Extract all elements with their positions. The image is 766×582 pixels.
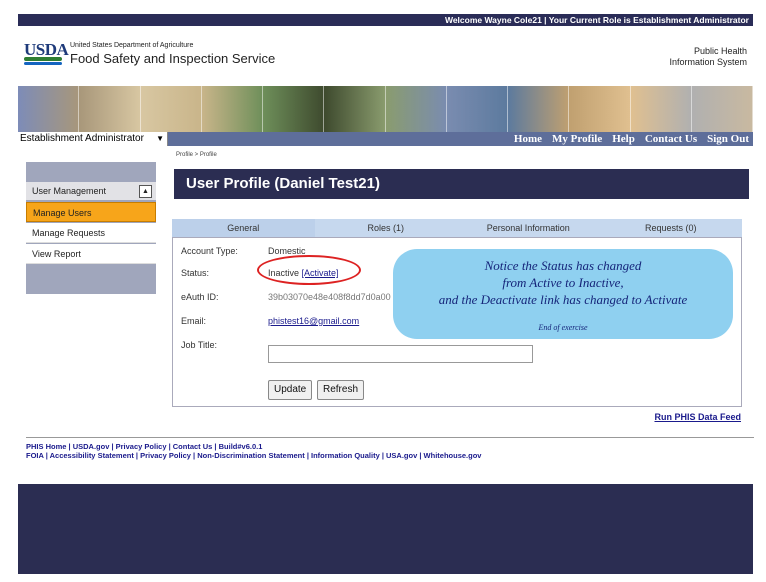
- role-dropdown-value: Establishment Administrator: [20, 133, 144, 144]
- welcome-bar: Welcome Wayne Cole21 | Your Current Role…: [18, 14, 753, 26]
- tab-roles[interactable]: Roles (1): [315, 219, 458, 237]
- main-nav-bar: Establishment Administrator ▼ Home My Pr…: [18, 132, 753, 146]
- sidebar-item-manage-requests[interactable]: Manage Requests: [26, 223, 156, 243]
- usda-logo[interactable]: USDA: [24, 40, 69, 66]
- eauth-value: 39b03070e48e408f8dd7d0a00: [268, 292, 391, 302]
- status-label: Status:: [181, 268, 210, 278]
- presentation-frame: Welcome Wayne Cole21 | Your Current Role…: [18, 14, 754, 574]
- callout-end-note: End of exercise: [538, 323, 588, 332]
- general-tab-panel: Account Type: Domestic Status: Inactive …: [172, 237, 742, 407]
- role-dropdown[interactable]: Establishment Administrator ▼: [18, 132, 168, 146]
- sidebar: User Management ▲ Manage Users Manage Re…: [26, 162, 156, 294]
- tab-personal-information[interactable]: Personal Information: [457, 219, 600, 237]
- footer-links-line1[interactable]: PHIS Home | USDA.gov | Privacy Policy | …: [26, 442, 262, 451]
- highlight-circle: [257, 255, 361, 285]
- account-type-label: Account Type:: [181, 246, 238, 256]
- logo-wave-green: [24, 57, 62, 61]
- nav-links: Home My Profile Help Contact Us Sign Out: [514, 132, 749, 146]
- banner-photo-strip: [18, 86, 753, 132]
- tab-requests[interactable]: Requests (0): [600, 219, 743, 237]
- breadcrumb: Profile > Profile: [176, 152, 217, 158]
- sidebar-item-manage-users[interactable]: Manage Users: [26, 202, 156, 222]
- refresh-button[interactable]: Refresh: [317, 380, 365, 400]
- dropdown-arrow-icon: ▼: [156, 134, 164, 143]
- logo-wave-blue: [24, 62, 62, 65]
- sidebar-section-label: User Management: [32, 186, 107, 196]
- sidebar-item-view-report[interactable]: View Report: [26, 244, 156, 264]
- tutorial-callout: Notice the Status has changed from Activ…: [393, 249, 733, 339]
- profile-tabs: General Roles (1) Personal Information R…: [172, 219, 742, 237]
- nav-link-sign-out[interactable]: Sign Out: [707, 133, 749, 145]
- system-name-line2: Information System: [669, 57, 747, 67]
- callout-line1: Notice the Status has changed: [484, 258, 642, 273]
- footer-links-line2[interactable]: FOIA | Accessibility Statement | Privacy…: [26, 451, 481, 460]
- footer-divider: [26, 437, 754, 438]
- system-name: Public Health Information System: [669, 46, 747, 68]
- job-title-input[interactable]: [268, 345, 533, 363]
- page-title: User Profile (Daniel Test21): [174, 169, 749, 199]
- nav-link-home[interactable]: Home: [514, 133, 542, 145]
- nav-link-contact-us[interactable]: Contact Us: [645, 133, 697, 145]
- email-label: Email:: [181, 316, 207, 326]
- system-name-line1: Public Health: [693, 46, 747, 56]
- browser-page: Welcome Wayne Cole21 | Your Current Role…: [18, 14, 754, 484]
- callout-line2: from Active to Inactive,: [502, 275, 624, 290]
- email-link[interactable]: phistest16@gmail.com: [268, 316, 359, 326]
- sidebar-section-user-management[interactable]: User Management ▲: [26, 182, 156, 200]
- site-header: USDA United States Department of Agricul…: [18, 26, 753, 86]
- tab-general[interactable]: General: [172, 219, 315, 237]
- collapse-icon[interactable]: ▲: [139, 185, 152, 198]
- nav-link-help[interactable]: Help: [612, 133, 635, 145]
- nav-link-my-profile[interactable]: My Profile: [552, 133, 602, 145]
- sidebar-footer: [26, 272, 156, 294]
- eauth-label: eAuth ID:: [181, 292, 219, 302]
- run-data-feed-link[interactable]: Run PHIS Data Feed: [654, 412, 741, 422]
- agency-name: Food Safety and Inspection Service: [70, 51, 276, 66]
- callout-line3: and the Deactivate link has changed to A…: [438, 292, 688, 307]
- department-name: United States Department of Agriculture: [70, 42, 194, 49]
- job-title-label: Job Title:: [181, 340, 218, 350]
- update-button[interactable]: Update: [268, 380, 313, 400]
